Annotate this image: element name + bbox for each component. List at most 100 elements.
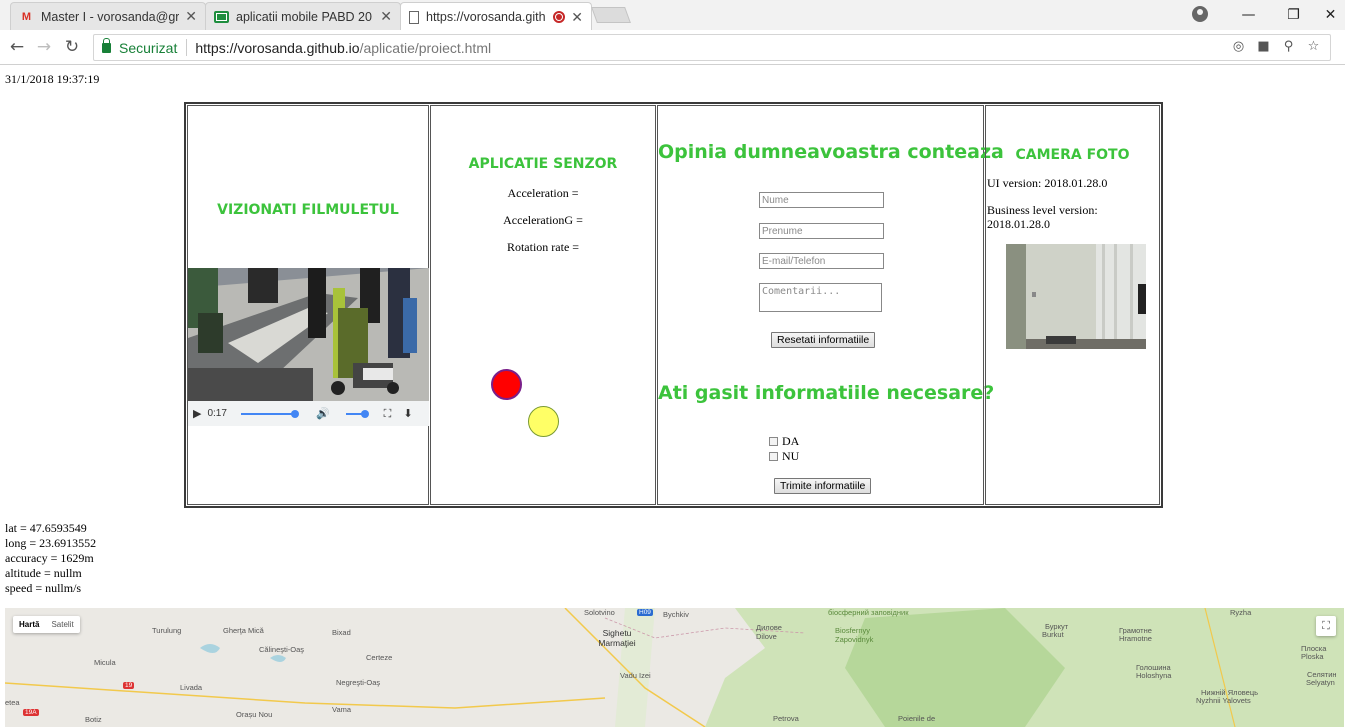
- surname-input[interactable]: [759, 223, 884, 239]
- page-icon: [409, 10, 419, 24]
- download-icon[interactable]: ⬇: [403, 407, 412, 420]
- video-title: VIZIONATI FILMULETUL: [217, 202, 399, 218]
- video-player[interactable]: ▶ 0:17 🔊 ⛶ ⬇: [188, 268, 429, 426]
- tab-active-page[interactable]: https://vorosanda.gith ✕: [400, 2, 592, 31]
- fullscreen-icon[interactable]: ⛶: [384, 407, 392, 421]
- business-version-value: 2018.01.28.0: [987, 217, 1050, 231]
- geolocation-block: lat = 47.6593549 long = 23.6913552 accur…: [5, 521, 96, 596]
- map-place: Negreşti-Oaş: [336, 678, 381, 687]
- question-title: Ati gasit informatiile necesare?: [658, 382, 995, 404]
- window-close-icon[interactable]: ✕: [1316, 0, 1345, 30]
- url-host: https://vorosanda.github.io: [195, 39, 360, 56]
- slider-knob[interactable]: [290, 409, 299, 418]
- map-place: Holoshyna: [1136, 671, 1172, 680]
- gmail-icon: M: [21, 10, 32, 23]
- close-icon[interactable]: ✕: [380, 8, 392, 25]
- secure-label: Securizat: [119, 39, 178, 56]
- tab-title: Master I - vorosanda@gr: [41, 9, 180, 24]
- reload-icon[interactable]: ↻: [61, 36, 83, 58]
- map-type-satellite[interactable]: Satelit: [45, 616, 79, 633]
- map-place: Vama: [332, 705, 352, 714]
- submit-button[interactable]: Trimite informatiile: [774, 478, 872, 494]
- yes-option[interactable]: DA: [769, 434, 799, 449]
- volume-icon[interactable]: 🔊: [316, 407, 330, 420]
- zoom-icon[interactable]: ⚲: [1280, 39, 1297, 54]
- map-place: etea: [5, 698, 20, 707]
- yes-label: DA: [782, 434, 800, 448]
- latitude: lat = 47.6593549: [5, 521, 87, 535]
- reset-button[interactable]: Resetati informatiile: [771, 332, 876, 348]
- comments-textarea[interactable]: [759, 283, 882, 312]
- tab-sheets[interactable]: aplicatii mobile PABD 20 ✕: [205, 2, 401, 30]
- map-place: Botiz: [85, 715, 102, 724]
- map-fullscreen-icon[interactable]: ⛶: [1316, 616, 1336, 636]
- contact-input[interactable]: [759, 253, 884, 269]
- main-table: VIZIONATI FILMULETUL ▶ 0:17 🔊 ⛶ ⬇ APLICA…: [184, 102, 1163, 508]
- browser-toolbar: ← → ↻ Securizat https://vorosanda.github…: [0, 30, 1345, 65]
- name-input[interactable]: [759, 192, 884, 208]
- longitude: long = 23.6913552: [5, 536, 97, 550]
- road-badge: H09: [637, 609, 653, 616]
- camera-icon[interactable]: ■: [1255, 39, 1272, 54]
- sensor-cell: APLICATIE SENZOR Acceleration = Accelera…: [430, 105, 656, 505]
- browser-tab-bar: M Master I - vorosanda@gr ✕ aplicatii mo…: [0, 0, 1345, 31]
- profile-icon[interactable]: [1192, 6, 1208, 22]
- sensor-title: APLICATIE SENZOR: [468, 156, 618, 172]
- red-ball: [491, 369, 522, 400]
- road-badge: 19: [123, 682, 135, 689]
- minimize-icon[interactable]: —: [1226, 0, 1271, 30]
- map-place: Дилове: [756, 623, 782, 632]
- map[interactable]: Hartă Satelit ⛶ Turulung Gherţa Mică Bix…: [5, 608, 1344, 727]
- acceleration-label: Acceleration =: [507, 186, 579, 200]
- map-place: Ryzha: [1230, 608, 1252, 617]
- map-place: Gherţa Mică: [223, 626, 264, 635]
- speed: speed = nullm/s: [5, 581, 82, 595]
- close-icon[interactable]: ✕: [185, 8, 197, 25]
- no-option[interactable]: NU: [769, 449, 799, 464]
- map-place-city: Sighetu Marmaţiei: [598, 628, 636, 648]
- video-frame-image: [188, 268, 429, 401]
- sheets-icon: [214, 10, 229, 23]
- close-icon[interactable]: ✕: [571, 9, 583, 26]
- camera-preview-image: [1006, 244, 1146, 349]
- bookmark-star-icon[interactable]: ☆: [1305, 39, 1322, 54]
- camera-cell: CAMERA FOTO UI version: 2018.01.28.0 Bus…: [985, 105, 1160, 505]
- tab-title: aplicatii mobile PABD 20: [236, 9, 372, 24]
- address-bar[interactable]: Securizat https://vorosanda.github.io/ap…: [93, 34, 1331, 61]
- road-badge: 19A: [23, 709, 39, 716]
- map-place: Micula: [94, 658, 116, 667]
- forward-icon[interactable]: →: [33, 36, 55, 58]
- altitude: altitude = nullm: [5, 566, 82, 580]
- map-place: біосферний заповідник: [828, 608, 909, 617]
- acceleration-g-label: AccelerationG =: [503, 213, 583, 227]
- map-place: Biosfernyy Zapovidnyk: [835, 626, 874, 644]
- new-tab-button[interactable]: [591, 7, 631, 23]
- back-icon[interactable]: ←: [6, 36, 28, 58]
- no-checkbox[interactable]: [769, 452, 778, 461]
- accuracy: accuracy = 1629m: [5, 551, 94, 565]
- map-place: Bychkiv: [663, 610, 689, 619]
- location-icon[interactable]: ◎: [1230, 39, 1247, 54]
- omnibox-icons: ◎ ■ ⚲ ☆: [1230, 39, 1322, 54]
- map-place: Livada: [180, 683, 203, 692]
- slider-knob[interactable]: [360, 409, 369, 418]
- map-place: Vadu Izei: [620, 671, 651, 680]
- video-time: 0:17: [207, 408, 227, 419]
- map-type-control: Hartă Satelit: [13, 616, 80, 633]
- tab-title: https://vorosanda.gith: [426, 10, 546, 24]
- ui-version: UI version: 2018.01.28.0: [987, 176, 1108, 190]
- map-place: Ploska: [1301, 652, 1324, 661]
- map-type-map[interactable]: Hartă: [13, 616, 45, 633]
- lock-icon: [102, 37, 111, 53]
- play-icon[interactable]: ▶: [193, 407, 201, 420]
- yes-checkbox[interactable]: [769, 437, 778, 446]
- feedback-title: Opinia dumneavoastra conteaza: [658, 141, 1004, 163]
- video-frame: [188, 268, 429, 401]
- map-place: Turulung: [152, 626, 182, 635]
- map-place: Nyzhnii Yalovets: [1196, 696, 1251, 705]
- video-progress-slider[interactable]: [240, 409, 299, 418]
- map-place: Orașu Nou: [236, 710, 273, 719]
- restore-icon[interactable]: ❐: [1271, 0, 1316, 30]
- tab-gmail[interactable]: M Master I - vorosanda@gr ✕: [10, 2, 206, 30]
- volume-slider[interactable]: [345, 409, 369, 418]
